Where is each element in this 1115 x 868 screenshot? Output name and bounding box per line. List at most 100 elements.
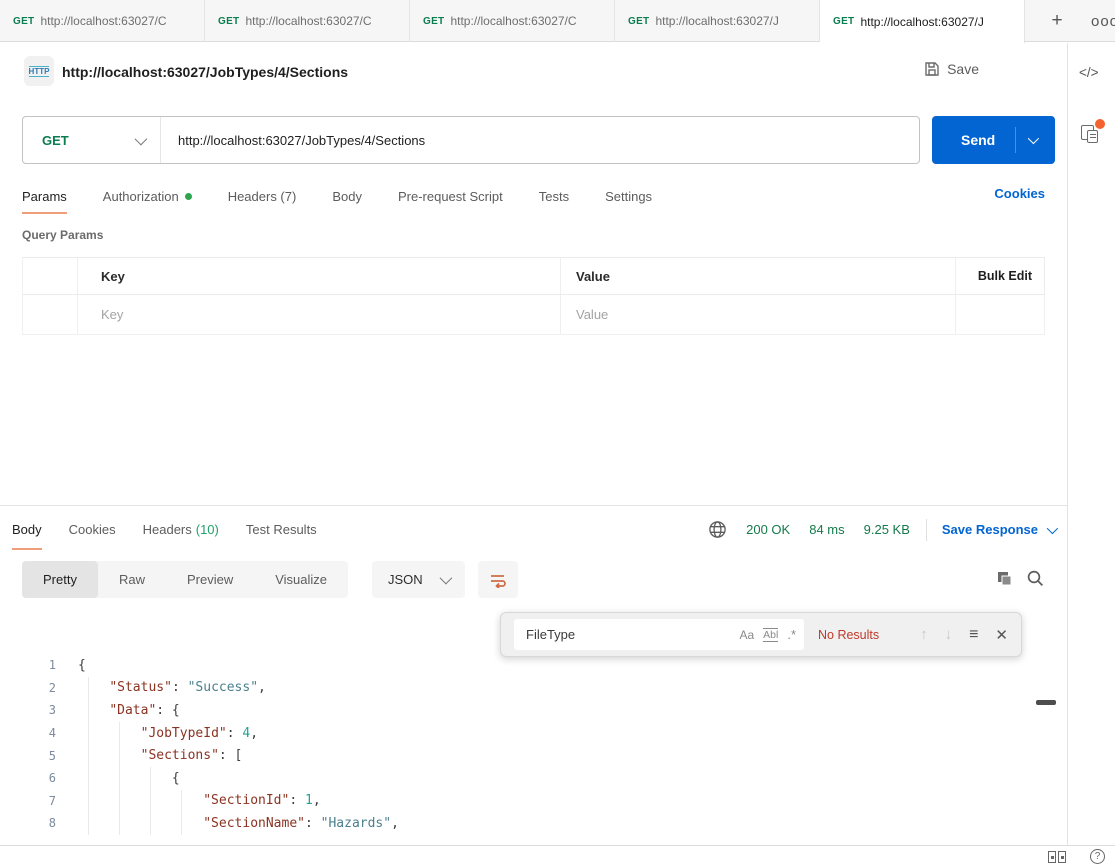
tab-url-label: http://localhost:63027/C <box>450 14 576 28</box>
tab-params[interactable]: Params <box>22 176 67 216</box>
wrap-text-button[interactable] <box>478 561 518 598</box>
search-response-button[interactable] <box>1026 569 1045 588</box>
cookies-link[interactable]: Cookies <box>994 186 1045 201</box>
browser-tab[interactable]: GEThttp://localhost:63027/J <box>820 0 1025 43</box>
bulk-edit-button[interactable]: Bulk Edit <box>978 269 1032 283</box>
documentation-icon[interactable] <box>1081 123 1101 145</box>
code-text: { <box>78 658 86 673</box>
view-tab-preview[interactable]: Preview <box>166 561 254 598</box>
tab-label: Test Results <box>246 522 317 537</box>
find-result-text: No Results <box>818 628 879 642</box>
line-number: 6 <box>0 771 56 785</box>
browser-tab[interactable]: GEThttp://localhost:63027/J <box>615 0 820 42</box>
tab-method-label: GET <box>13 16 34 27</box>
find-next-icon[interactable]: ↓ <box>945 626 953 643</box>
param-value-input[interactable] <box>576 307 936 322</box>
header-count: (10) <box>196 522 219 537</box>
tab-url-label: http://localhost:63027/J <box>860 15 983 29</box>
code-text: { <box>78 771 180 786</box>
line-number: 2 <box>0 681 56 695</box>
request-tab-bar: GEThttp://localhost:63027/CGEThttp://loc… <box>0 0 1115 42</box>
browser-tab[interactable]: GET http://localhost:63027/C <box>410 0 615 42</box>
response-time[interactable]: 84 ms <box>809 522 844 537</box>
code-line: 2 "Status": "Success", <box>0 677 1060 700</box>
send-label: Send <box>961 132 995 148</box>
network-globe-icon[interactable] <box>708 520 727 539</box>
url-input[interactable] <box>161 133 919 148</box>
send-options-chevron-icon[interactable] <box>1028 133 1039 144</box>
search-icon <box>1026 569 1045 588</box>
url-builder: GET <box>22 116 920 164</box>
code-line: 6 { <box>0 767 1060 790</box>
response-tab-body[interactable]: Body <box>12 506 42 553</box>
tab-label: Body <box>12 522 42 537</box>
response-view-switcher: PrettyRawPreviewVisualize <box>22 561 348 598</box>
copy-response-button[interactable] <box>995 569 1014 588</box>
regex-icon[interactable]: .* <box>787 627 796 642</box>
toggle-panels-icon[interactable] <box>1048 851 1066 863</box>
tab-method-label: GET <box>423 16 444 27</box>
code-snippet-icon[interactable]: </> <box>1079 65 1099 80</box>
format-dropdown[interactable]: JSON <box>372 561 465 598</box>
match-case-icon[interactable]: Aa <box>739 628 754 642</box>
view-tab-visualize[interactable]: Visualize <box>254 561 348 598</box>
tab-settings[interactable]: Settings <box>605 176 652 216</box>
tab-tests[interactable]: Tests <box>539 176 569 216</box>
find-input[interactable] <box>526 627 730 642</box>
floppy-icon <box>924 61 940 77</box>
response-tabs: Body Cookies Headers (10) Test Results <box>12 506 317 553</box>
response-tab-headers[interactable]: Headers (10) <box>143 506 219 553</box>
key-column-header: Key <box>101 269 125 284</box>
line-number: 8 <box>0 816 56 830</box>
browser-tab[interactable]: GET http://localhost:63027/C <box>205 0 410 42</box>
query-param-row <box>22 295 1045 335</box>
response-meta: 200 OK 84 ms 9.25 KB Save Response <box>708 506 1055 553</box>
save-button[interactable]: Save <box>924 61 979 77</box>
help-icon[interactable]: ? <box>1090 849 1105 864</box>
line-number: 1 <box>0 658 56 672</box>
authorized-dot <box>185 193 192 200</box>
whole-word-icon[interactable]: Abl <box>763 628 778 642</box>
query-params-header-row: Key Value Bulk Edit <box>22 257 1045 295</box>
response-body-editor[interactable]: 1{2 "Status": "Success",3 "Data": {4 "Jo… <box>0 654 1060 845</box>
method-dropdown[interactable]: GET <box>23 117 161 163</box>
tab-options-icon[interactable]: ooo <box>1088 0 1115 42</box>
tab-label: Headers <box>143 522 192 537</box>
find-filter-lines-icon[interactable]: ≡ <box>969 626 978 644</box>
response-size[interactable]: 9.25 KB <box>864 522 910 537</box>
code-line: 7 "SectionId": 1, <box>0 790 1060 813</box>
tab-method-label: GET <box>218 16 239 27</box>
tab-label: Tests <box>539 189 569 204</box>
new-tab-button[interactable]: + <box>1040 0 1074 42</box>
tab-label: Cookies <box>69 522 116 537</box>
param-key-input[interactable] <box>101 307 537 322</box>
status-badge[interactable]: 200 OK <box>746 522 790 537</box>
tab-url-label: http://localhost:63027/C <box>245 14 371 28</box>
send-button[interactable]: Send <box>932 116 1055 164</box>
save-response-label: Save Response <box>942 522 1038 537</box>
view-tab-raw[interactable]: Raw <box>98 561 166 598</box>
tab-label: Params <box>22 189 67 204</box>
close-find-icon[interactable]: ✕ <box>995 626 1008 644</box>
view-tab-pretty[interactable]: Pretty <box>22 561 98 598</box>
find-previous-icon[interactable]: ↑ <box>920 626 928 643</box>
browser-tab[interactable]: GEThttp://localhost:63027/C <box>0 0 205 42</box>
find-bar: Aa Abl .* No Results ↑ ↓ ≡ ✕ <box>500 612 1022 657</box>
notification-dot <box>1095 119 1105 129</box>
response-tab-cookies[interactable]: Cookies <box>69 506 116 553</box>
tab-label: Authorization <box>103 189 179 204</box>
tab-body[interactable]: Body <box>332 176 362 216</box>
tab-headers-[interactable]: Headers (7) <box>228 176 297 216</box>
code-line: 3 "Data": { <box>0 699 1060 722</box>
tab-label: Pre-request Script <box>398 189 503 204</box>
tab-label: Settings <box>605 189 652 204</box>
indent-guide <box>181 790 182 835</box>
tab-pre-request-script[interactable]: Pre-request Script <box>398 176 503 216</box>
scrollbar-thumb[interactable] <box>1036 700 1056 705</box>
code-text: "SectionName": "Hazards", <box>78 816 399 831</box>
indent-guide <box>150 767 151 835</box>
response-tab-test-results[interactable]: Test Results <box>246 506 317 553</box>
tab-authorization[interactable]: Authorization <box>103 176 192 216</box>
save-response-button[interactable]: Save Response <box>942 522 1055 537</box>
tab-method-label: GET <box>628 16 649 27</box>
